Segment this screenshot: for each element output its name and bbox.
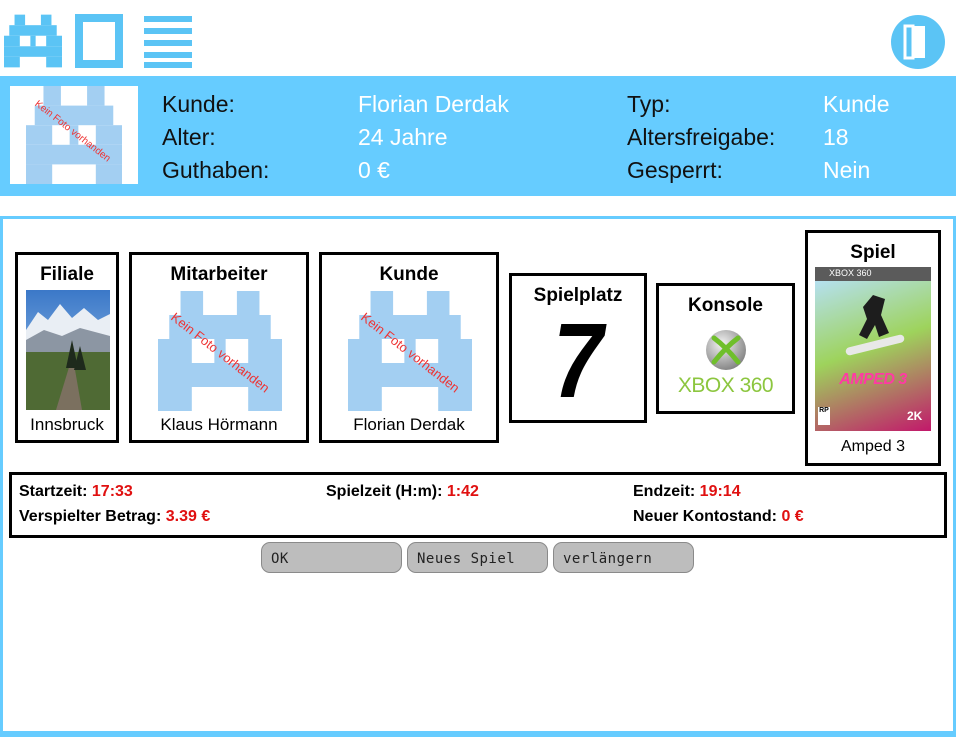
customer-photo-placeholder: Kein Foto vorhanden — [10, 86, 138, 184]
play-time-value: 1:42 — [446, 483, 479, 500]
customer-type-label: Typ: — [627, 91, 671, 117]
console-card: Konsole XBOX 360 — [656, 283, 795, 414]
customer-balance-label: Guthaben: — [162, 157, 270, 183]
game-title: Spiel — [850, 242, 896, 263]
menu-list-icon[interactable] — [144, 14, 192, 73]
customer-age-label: Alter: — [162, 124, 216, 150]
ok-button[interactable]: OK — [261, 542, 402, 573]
employee-caption: Klaus Hörmann — [160, 415, 278, 434]
console-logo-text: XBOX 360 — [677, 374, 774, 397]
game-card: Spiel XBOX 360 AMPED 3 RP 2K Amped 3 — [805, 230, 941, 466]
amount-spent-value: 3.39 € — [165, 508, 211, 525]
branch-photo — [26, 290, 110, 410]
age-rating-value: 18 — [823, 124, 849, 150]
amount-spent: Verspielter Betrag: 3.39 € — [19, 508, 211, 525]
toolbar — [0, 0, 956, 76]
customer-type-value: Kunde — [823, 91, 890, 117]
cover-rating: RP — [818, 407, 830, 425]
new-game-button[interactable]: Neues Spiel — [407, 542, 548, 573]
customer-card-title: Kunde — [379, 264, 439, 285]
extend-button[interactable]: verlängern — [553, 542, 694, 573]
station-number: 7 — [552, 302, 604, 420]
cover-publisher: 2K — [907, 409, 923, 423]
game-cover: XBOX 360 AMPED 3 RP 2K — [815, 267, 931, 431]
branch-title: Filiale — [40, 264, 94, 285]
customer-header: Kein Foto vorhanden Kunde: Florian Derda… — [0, 76, 956, 196]
customer-balance-value: 0 € — [358, 157, 390, 183]
customer-card-caption: Florian Derdak — [353, 415, 465, 434]
start-time-value: 17:33 — [91, 483, 133, 500]
new-balance-value: 0 € — [781, 508, 804, 525]
customer-age-value: 24 Jahre — [358, 124, 448, 150]
xbox-logo-icon — [706, 330, 746, 370]
console-title: Konsole — [688, 295, 763, 316]
blocked-value: Nein — [823, 157, 871, 183]
space-invader-icon[interactable] — [4, 14, 62, 73]
customer-card: Kunde Kein Foto vorhanden Florian Derdak — [319, 252, 499, 443]
branch-caption: Innsbruck — [30, 415, 104, 434]
logout-door-icon[interactable] — [890, 14, 946, 75]
session-summary: Startzeit: 17:33 Spielzeit (H:m): 1:42 E… — [9, 472, 947, 538]
customer-name-label: Kunde: — [162, 91, 235, 117]
play-time: Spielzeit (H:m): 1:42 — [326, 483, 479, 500]
customer-name-value: Florian Derdak — [358, 91, 509, 117]
start-time: Startzeit: 17:33 — [19, 483, 133, 500]
cover-title: AMPED 3 — [839, 371, 907, 388]
employee-title: Mitarbeiter — [170, 264, 268, 285]
new-balance: Neuer Kontostand: 0 € — [633, 508, 804, 525]
age-rating-label: Altersfreigabe: — [627, 124, 776, 150]
employee-card: Mitarbeiter Kein Foto vorhanden Klaus Hö… — [129, 252, 309, 443]
end-time: Endzeit: 19:14 — [633, 483, 741, 500]
blocked-label: Gesperrt: — [627, 157, 723, 183]
game-caption: Amped 3 — [840, 438, 906, 455]
station-card: Spielplatz 7 — [509, 273, 647, 423]
cover-platform: XBOX 360 — [829, 268, 872, 278]
end-time-value: 19:14 — [699, 483, 741, 500]
branch-card: Filiale Innsbruck — [15, 252, 119, 443]
window-icon[interactable] — [75, 14, 123, 73]
